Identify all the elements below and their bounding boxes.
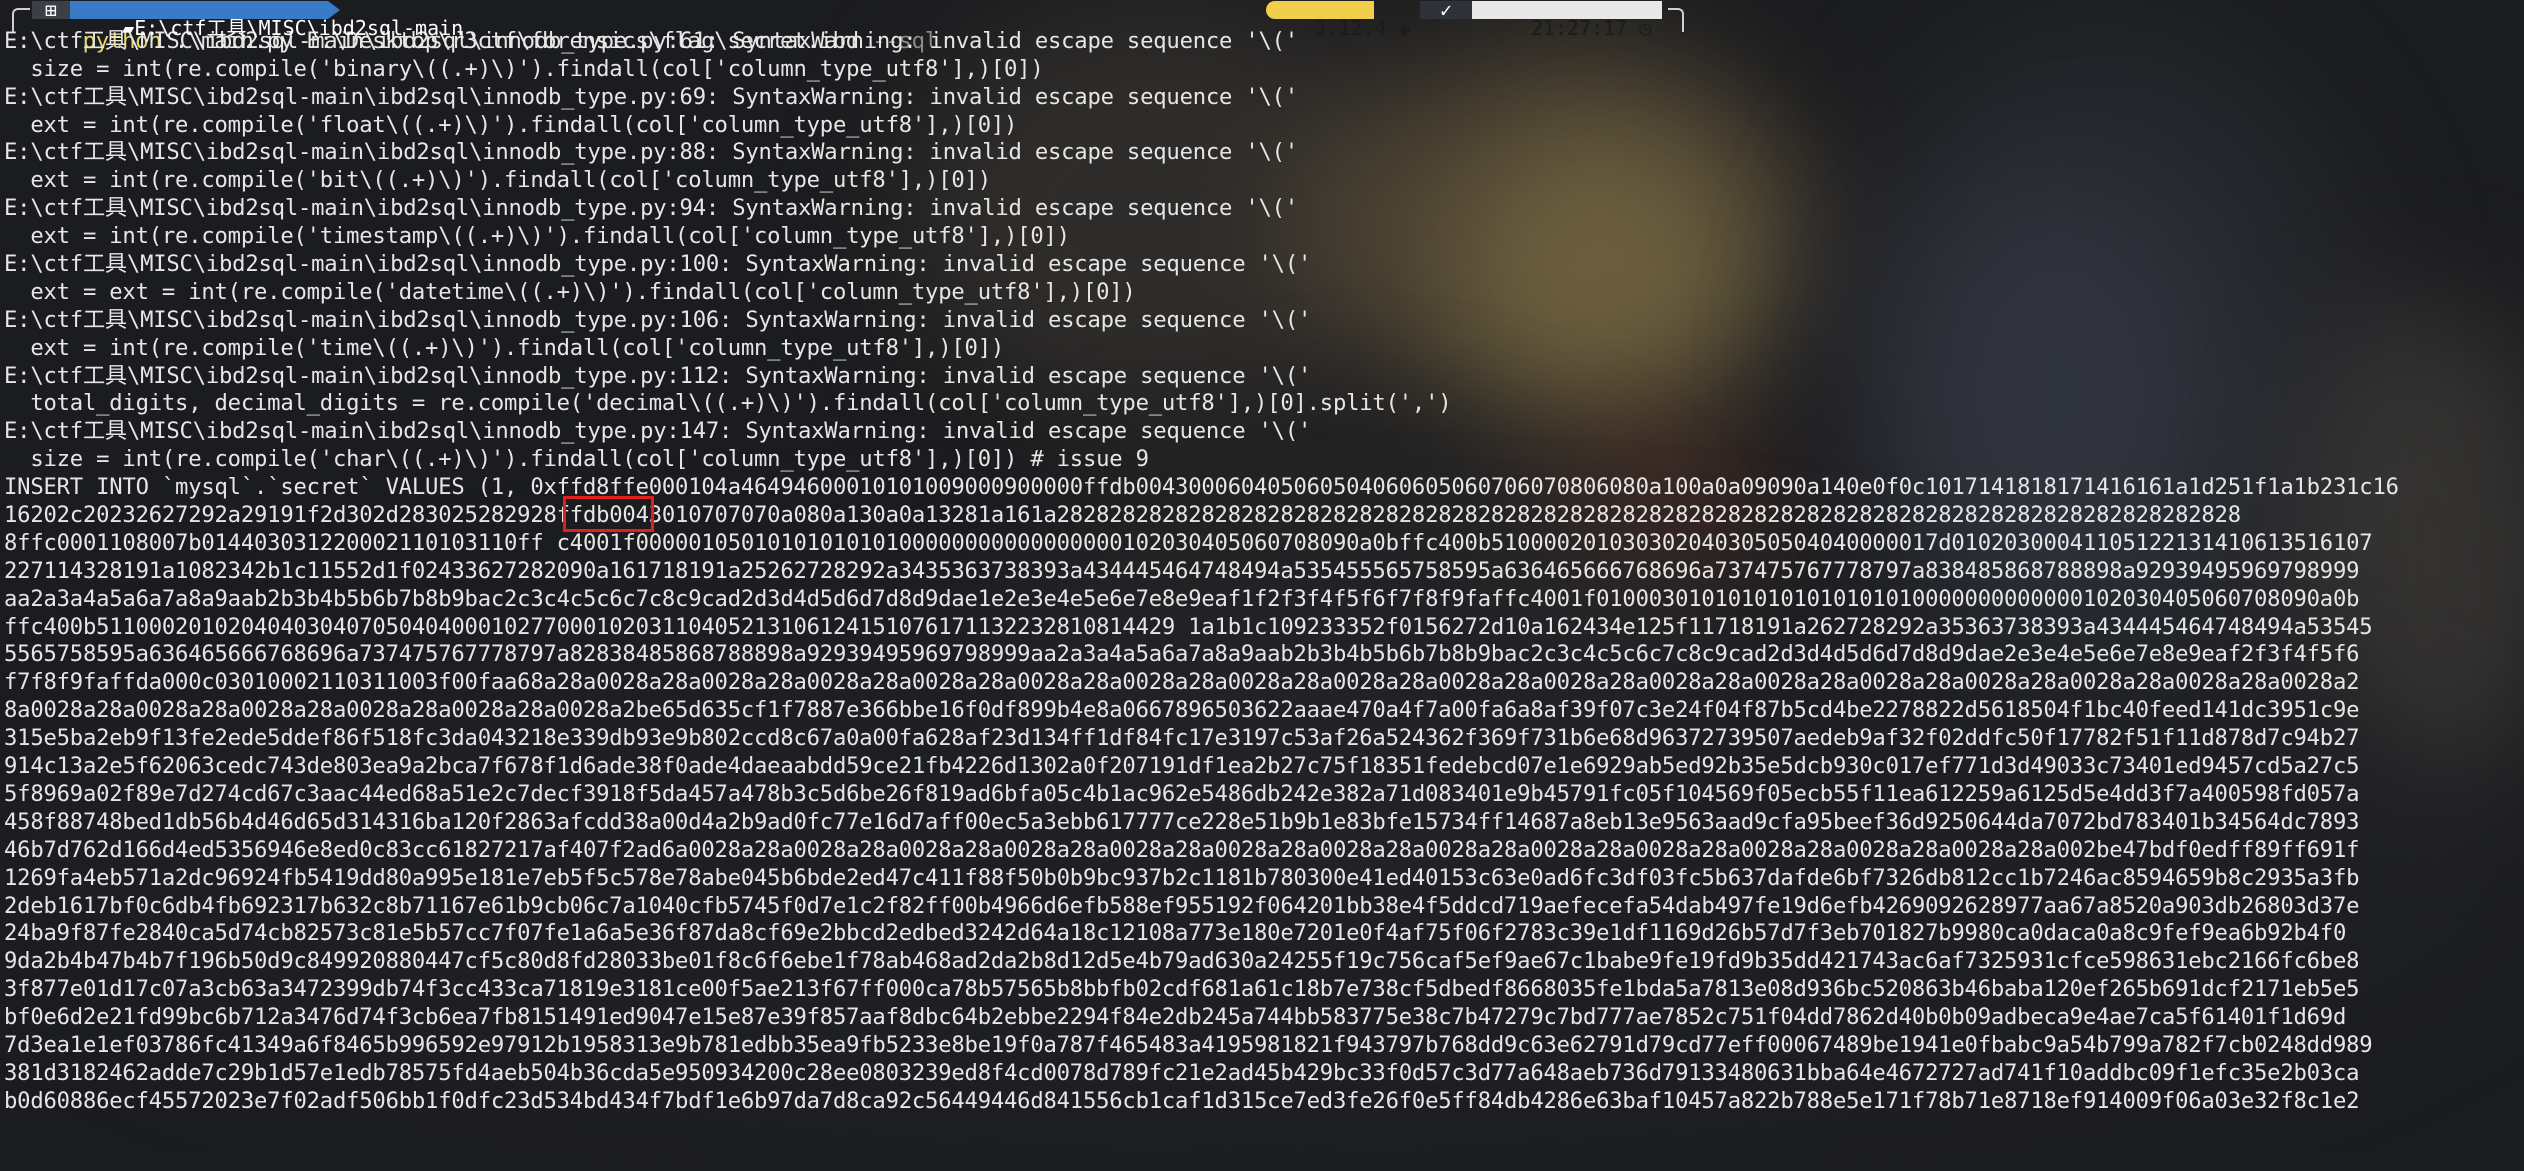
insert-line: 24ba9f87fe2840ca5d74cb82573c81e5b57cc7f0…	[4, 920, 2347, 947]
current-path: E:\ctf工具\MISC\ibd2sql-main	[134, 16, 464, 40]
prompt-path: ▰E:\ctf工具\MISC\ibd2sql-main	[70, 1, 463, 38]
check-icon: ✓	[1420, 0, 1472, 20]
output-line: ext = int(re.compile('bit\((.+)\)').find…	[4, 167, 991, 194]
insert-line	[4, 1116, 2520, 1144]
insert-line: INSERT INTO `mysql`.`secret` VALUES (1, …	[4, 474, 2399, 501]
output-line: ext = int(re.compile('timestamp\((.+)\)'…	[4, 223, 1070, 250]
output-line: E:\ctf工具\MISC\ibd2sql-main\ibd2sql\innod…	[4, 362, 1312, 389]
insert-line: 9da2b4b47b4b7f196b50d9c849920880447cf5c8…	[4, 948, 2360, 975]
terminal-output[interactable]: python .\main.py E:\Desktop\r3ctf\forens…	[4, 0, 2520, 1171]
output-line: E:\ctf工具\MISC\ibd2sql-main\ibd2sql\innod…	[4, 139, 1298, 166]
insert-line: b0d60886ecf45572023e7f02adf506bb1f0dfc23…	[4, 1087, 2360, 1114]
insert-line: 8a0028a28a0028a28a0028a28a0028a28a0028a2…	[4, 697, 2360, 724]
clock-time: 21:27:17	[1530, 16, 1628, 40]
clock-icon: ◷	[1627, 16, 1652, 40]
output-line: E:\ctf工具\MISC\ibd2sql-main\ibd2sql\innod…	[4, 251, 1312, 278]
insert-line: bf0e6d2e21fd99bc6b712a3476d74f3cb6ea7fb8…	[4, 1004, 2347, 1031]
python-version-segment: 3.12.4 ◈	[1266, 1, 1411, 38]
insert-line: 5565758595a636465666768696a7374757677787…	[4, 641, 2360, 668]
windows-icon: ⊞	[32, 0, 70, 20]
insert-line: ffc400b511000201020404030407050404000102…	[4, 613, 2373, 640]
output-line: total_digits, decimal_digits = re.compil…	[4, 390, 1452, 417]
prompt-frame-left	[12, 8, 30, 32]
output-line: ext = ext = int(re.compile('datetime\((.…	[4, 278, 1136, 305]
prompt-frame-right	[1668, 8, 1684, 32]
insert-line: 227114328191a1082342b1c11552d1f024336272…	[4, 557, 2360, 584]
sql-insert-output: INSERT INTO `mysql`.`secret` VALUES (1, …	[4, 474, 2520, 1171]
insert-line: f7f8f9faffda000c03010002110311003f00faa6…	[4, 669, 2360, 696]
time-segment: 21:27:17 ◷	[1472, 1, 1662, 38]
output-line: E:\ctf工具\MISC\ibd2sql-main\ibd2sql\innod…	[4, 418, 1312, 445]
highlight-box-0xffd	[563, 496, 654, 532]
insert-line: 7d3ea1e1ef03786fc41349a6f8465b996592e979…	[4, 1031, 2373, 1058]
prompt-bar: ⊞ ▰E:\ctf工具\MISC\ibd2sql-main 3.12.4 ◈ ✓…	[0, 0, 2524, 38]
insert-line: 458f88748bed1db56b4d46d65d314316ba120f28…	[4, 808, 2360, 835]
output-line: E:\ctf工具\MISC\ibd2sql-main\ibd2sql\innod…	[4, 83, 1298, 110]
insert-line	[4, 1144, 2520, 1171]
insert-line: 8ffc0001108007b014403031220002110103110f…	[4, 529, 2373, 556]
folder-icon: ▰	[122, 16, 135, 40]
prompt-path-arrow	[328, 1, 340, 19]
insert-line: 381d3182462adde7c29b1d57e1edb78575fd4aeb…	[4, 1059, 2360, 1086]
insert-line: 16202c20232627292a29191f2d302d2830252829…	[4, 502, 2241, 529]
output-line: ext = int(re.compile('float\((.+)\)').fi…	[4, 111, 1018, 138]
output-line: E:\ctf工具\MISC\ibd2sql-main\ibd2sql\innod…	[4, 195, 1298, 222]
insert-line: 3f877e01d17c07a3cb63a3472399db74f3cc433c…	[4, 976, 2360, 1003]
output-line: E:\ctf工具\MISC\ibd2sql-main\ibd2sql\innod…	[4, 306, 1312, 333]
output-line: size = int(re.compile('binary\((.+)\)').…	[4, 55, 1044, 82]
insert-line: 5f8969a02f89e7d274cd67c3aac44ed68a51e2c7…	[4, 780, 2360, 807]
insert-line: 2deb1617bf0c6db4fb692317b632c8b71167e61b…	[4, 892, 2360, 919]
python-icon: ◈	[1386, 16, 1411, 40]
output-line: size = int(re.compile('char\((.+)\)').fi…	[4, 446, 1149, 473]
warning-output: E:\ctf工具\MISC\ibd2sql-main\ibd2sql\innod…	[4, 28, 2520, 474]
insert-line: 46b7d762d166d4ed5356946e8ed0c83cc6182721…	[4, 836, 2360, 863]
python-version: 3.12.4	[1314, 16, 1387, 40]
insert-line: 914c13a2e5f62063cedc743de803ea9a2bca7f67…	[4, 753, 2360, 780]
insert-line: aa2a3a4a5a6a7a8a9aab2b3b4b5b6b7b8b9bac2c…	[4, 585, 2360, 612]
output-line: ext = int(re.compile('time\((.+)\)').fin…	[4, 334, 1005, 361]
insert-line: 1269fa4eb571a2dc96924fb5419dd80a995e181e…	[4, 864, 2360, 891]
insert-line: 315e5ba2eb9f13fe2ede5ddef86f518fc3da0432…	[4, 725, 2360, 752]
